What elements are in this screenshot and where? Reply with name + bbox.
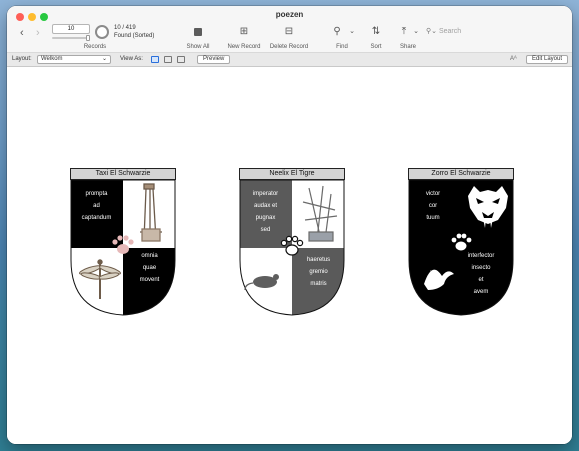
layout-content: Taxi El Schwarzie prompta ad captandum o… bbox=[7, 68, 572, 444]
chevron-left-icon[interactable]: ‹ bbox=[20, 27, 24, 39]
crest-motto-line: et bbox=[478, 277, 484, 283]
find-button[interactable]: Find bbox=[332, 44, 352, 50]
show-all-icon[interactable] bbox=[194, 28, 202, 36]
crest-motto-line: omnia bbox=[141, 253, 158, 259]
magnifier-icon[interactable]: ⚲ bbox=[331, 27, 343, 37]
share-button[interactable]: Share bbox=[396, 44, 420, 50]
chevron-down-icon[interactable]: ⌄ bbox=[412, 27, 420, 37]
chevron-right-icon[interactable]: › bbox=[36, 27, 40, 39]
crest-motto-line: victor bbox=[425, 191, 441, 197]
layout-bar: Layout: Welkom ⌄ View As: Preview Aᴬ Edi… bbox=[7, 53, 572, 67]
crest-card: Zorro El Schwarzie victor cor tuum inter… bbox=[408, 168, 514, 316]
show-all-button[interactable]: Show All bbox=[178, 44, 218, 50]
chevron-down-icon: ⌄ bbox=[101, 56, 107, 62]
window-title: poezen bbox=[275, 10, 304, 19]
crest-motto-line: interfector bbox=[467, 253, 495, 259]
plus-icon[interactable]: ⊞ bbox=[239, 27, 249, 37]
crest-card: Taxi El Schwarzie prompta ad captandum o… bbox=[70, 168, 176, 316]
crest-motto-line: avem bbox=[473, 289, 489, 295]
layout-select[interactable]: Welkom ⌄ bbox=[37, 55, 111, 64]
preview-button[interactable]: Preview bbox=[197, 55, 231, 64]
crest-motto-line: imperator bbox=[252, 191, 279, 197]
found-status: Found (Sorted) bbox=[114, 33, 155, 39]
crest-title: Taxi El Schwarzie bbox=[70, 168, 176, 180]
minus-icon[interactable]: ⊟ bbox=[284, 27, 294, 37]
crest-title: Neelix El Tigre bbox=[239, 168, 345, 180]
crest-motto-line: ad bbox=[93, 203, 100, 209]
sort-button[interactable]: Sort bbox=[366, 44, 386, 50]
text-size-button[interactable]: Aᴬ bbox=[510, 56, 517, 62]
crest-motto-line: quae bbox=[142, 265, 157, 271]
new-record-button[interactable]: New Record bbox=[221, 44, 267, 50]
layout-label: Layout: bbox=[12, 56, 32, 62]
crest-motto-line: tuum bbox=[426, 215, 440, 221]
crest-title: Zorro El Schwarzie bbox=[408, 168, 514, 180]
form-view-button[interactable] bbox=[151, 56, 159, 63]
crest-card: Neelix El Tigre imperator audax et pugna… bbox=[239, 168, 345, 316]
share-icon[interactable]: ⤒ bbox=[399, 27, 409, 37]
edit-layout-button[interactable]: Edit Layout bbox=[526, 55, 569, 64]
view-as-label: View As: bbox=[120, 56, 143, 62]
record-number-input[interactable]: 10 bbox=[52, 24, 90, 34]
crest-motto-line: audax et bbox=[253, 203, 278, 209]
search-field[interactable]: ⚲⌄ Search bbox=[426, 26, 554, 38]
records-label: Records bbox=[83, 44, 107, 50]
table-view-button[interactable] bbox=[177, 56, 185, 63]
record-slider[interactable] bbox=[52, 37, 90, 39]
delete-record-button[interactable]: Delete Record bbox=[264, 44, 314, 50]
app-window: poezen ‹ › 10 10 / 419 Found (Sorted) Re… bbox=[7, 6, 572, 444]
layout-select-value: Welkom bbox=[41, 56, 63, 62]
found-count: 10 / 419 bbox=[114, 25, 136, 31]
sort-icon[interactable]: ⇅ bbox=[371, 27, 381, 37]
crest-motto-line: gremio bbox=[309, 269, 328, 275]
crest-motto-line: sed bbox=[260, 227, 271, 233]
record-slider-thumb[interactable] bbox=[86, 35, 90, 41]
crest-motto-line: captandum bbox=[81, 215, 112, 221]
crest-motto-line: insecto bbox=[471, 265, 491, 271]
chevron-down-icon[interactable]: ⌄ bbox=[348, 27, 356, 37]
search-placeholder: Search bbox=[438, 28, 462, 35]
crest-motto-line: matris bbox=[310, 281, 327, 287]
crest-motto-line: haeretus bbox=[306, 257, 331, 263]
crest-motto-line: movent bbox=[139, 277, 160, 283]
crest-motto-line: cor bbox=[428, 203, 438, 209]
list-view-button[interactable] bbox=[164, 56, 172, 63]
found-set-pie-icon bbox=[95, 25, 109, 39]
toolbar: poezen ‹ › 10 10 / 419 Found (Sorted) Re… bbox=[7, 6, 572, 53]
crest-motto-line: pugnax bbox=[255, 215, 276, 221]
crest-motto-line: prompta bbox=[85, 191, 108, 197]
search-icon: ⚲⌄ bbox=[426, 28, 437, 35]
